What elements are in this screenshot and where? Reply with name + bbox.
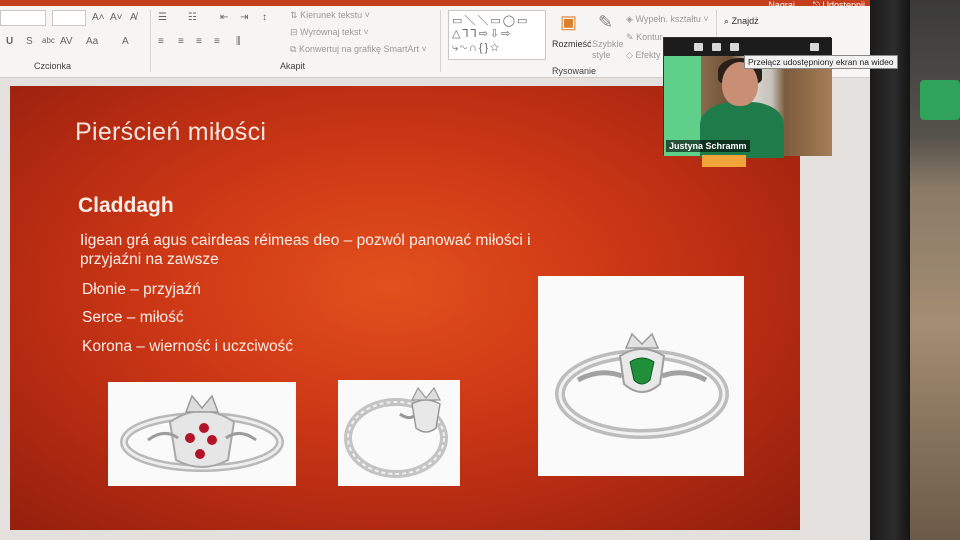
- arrange-icon[interactable]: ▣: [560, 12, 577, 33]
- align-text-button[interactable]: ⊟ Wyrównaj tekst ˅: [290, 27, 369, 38]
- switch-view-tooltip: Przełącz udostępniony ekran na wideo: [744, 55, 898, 69]
- decrease-indent-icon[interactable]: ⇤: [220, 12, 228, 23]
- drawing-group-label: Rysowanie: [552, 66, 597, 76]
- ring-photo-emerald[interactable]: [538, 276, 744, 476]
- numbering-icon[interactable]: ☷: [188, 12, 197, 23]
- text-direction-icon: ⇅: [290, 10, 298, 20]
- participant-name: Justyna Schramm: [666, 140, 750, 152]
- bullets-icon[interactable]: ☰: [158, 12, 167, 23]
- list-item[interactable]: Korona – wierność i uczciwość: [82, 338, 293, 356]
- paint-bucket-icon: ◈: [626, 14, 633, 24]
- video-toolbar: [664, 38, 832, 56]
- find-button[interactable]: ⌕ Znajdź: [724, 16, 759, 27]
- line-spacing-icon[interactable]: ↕: [262, 12, 267, 23]
- shapes-row-2: △⅂⅂⇨⇩⇨: [452, 28, 513, 40]
- quick-styles-icon[interactable]: ✎: [598, 12, 613, 33]
- strikethrough-icon[interactable]: abc: [42, 36, 55, 45]
- underline-icon[interactable]: U: [6, 36, 13, 47]
- arrange-button[interactable]: Rozmieść: [552, 39, 592, 49]
- screen: Nagraj ⎋ Udostępnij A˄ A˅ A̸ U S abc AV …: [0, 0, 960, 540]
- divider: [440, 10, 441, 72]
- smartart-label: Konwertuj na grafikę SmartArt: [298, 44, 420, 54]
- font-group-label: Czcionka: [34, 61, 72, 71]
- smartart-icon: ⧉: [290, 44, 297, 54]
- gallery-view-icon[interactable]: [730, 43, 739, 51]
- pen-icon: ✎: [626, 32, 634, 42]
- irish-motto-line-1[interactable]: Iigean grá agus cairdeas réimeas deo – p…: [80, 232, 531, 250]
- list-item[interactable]: Dłonie – przyjaźń: [82, 281, 201, 299]
- shrink-font-icon[interactable]: A˅: [110, 12, 123, 23]
- shapes-row-1: ▭＼＼▭◯▭: [452, 15, 530, 27]
- align-text-icon: ⊟: [290, 27, 298, 37]
- divider: [150, 10, 151, 72]
- shape-fill-button[interactable]: ◈ Wypełn. kształtu ˅: [626, 14, 709, 25]
- align-text-label: Wyrównaj tekst: [300, 27, 361, 37]
- ring-photo-rubies[interactable]: [108, 382, 296, 486]
- ring-rubies-image: [120, 394, 284, 472]
- irish-motto-line-2[interactable]: przyjaźni na zawsze: [80, 251, 219, 269]
- justify-icon[interactable]: ≡: [214, 36, 220, 47]
- shape-effects-button[interactable]: ◇ Efekty: [626, 50, 660, 61]
- list-item[interactable]: Serce – miłość: [82, 309, 184, 327]
- font-name-dropdown[interactable]: [0, 10, 46, 26]
- increase-indent-icon[interactable]: ⇥: [240, 12, 248, 23]
- sticky-note: [702, 155, 746, 167]
- text-direction-label: Kierunek tekstu: [300, 10, 363, 20]
- shape-outline-button[interactable]: ✎ Kontur: [626, 32, 663, 43]
- font-size-dropdown[interactable]: [52, 10, 86, 26]
- slide-heading[interactable]: Claddagh: [78, 194, 174, 218]
- slide-title[interactable]: Pierścień miłości: [75, 118, 266, 147]
- columns-icon[interactable]: ⫼: [236, 36, 241, 47]
- shape-effects-label: Efekty: [635, 50, 661, 60]
- font-color-icon[interactable]: A: [122, 36, 129, 47]
- quick-styles-button[interactable]: Szybkie style: [592, 39, 626, 61]
- find-label: Znajdź: [731, 16, 759, 26]
- grow-font-icon[interactable]: A˄: [92, 12, 105, 23]
- clear-format-icon[interactable]: A̸: [130, 12, 137, 23]
- align-left-icon[interactable]: ≡: [158, 36, 164, 47]
- pin-video-icon[interactable]: [712, 43, 721, 51]
- effects-icon: ◇: [626, 50, 633, 60]
- search-icon: ⌕: [724, 16, 730, 26]
- monitor-bezel: [870, 0, 910, 540]
- shadow-icon[interactable]: S: [26, 36, 33, 47]
- ring-celtic-image: [344, 386, 448, 478]
- shapes-gallery[interactable]: ▭＼＼▭◯▭ △⅂⅂⇨⇩⇨ ⤷∿∩{}☆: [448, 10, 546, 60]
- shape-outline-label: Kontur: [636, 32, 663, 42]
- ring-emerald-image: [555, 332, 729, 439]
- minimize-video-icon[interactable]: [694, 43, 703, 51]
- text-direction-button[interactable]: ⇅ Kierunek tekstu ˅: [290, 10, 370, 21]
- align-right-icon[interactable]: ≡: [196, 36, 202, 47]
- shape-fill-label: Wypełn. kształtu: [635, 14, 701, 24]
- ring-photo-celtic[interactable]: [338, 380, 460, 486]
- paragraph-group-label: Akapit: [280, 61, 306, 71]
- shapes-row-3: ⤷∿∩{}☆: [452, 42, 502, 54]
- change-case-icon[interactable]: Aa: [86, 36, 98, 47]
- smartart-button[interactable]: ⧉ Konwertuj na grafikę SmartArt ˅: [290, 44, 427, 55]
- align-center-icon[interactable]: ≡: [178, 36, 184, 47]
- switch-to-video-icon[interactable]: [810, 43, 819, 51]
- char-spacing-icon[interactable]: AV: [60, 36, 73, 47]
